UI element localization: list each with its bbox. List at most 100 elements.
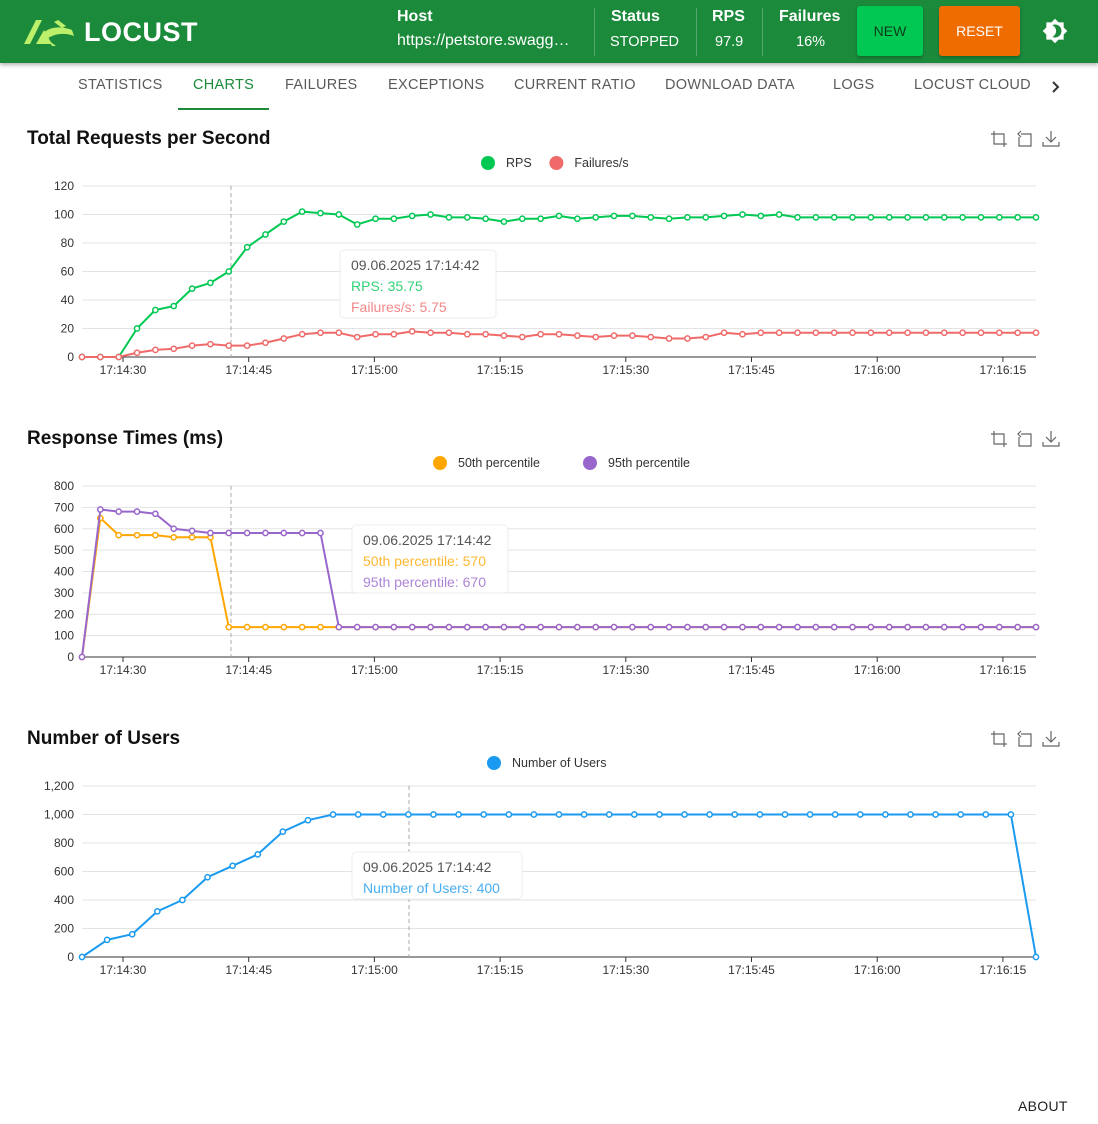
data-point [537, 330, 545, 338]
chart-tooltip: 09.06.2025 17:14:42 Number of Users: 400 [351, 851, 523, 900]
y-tick-label: 100 [54, 629, 74, 643]
data-point [665, 215, 673, 223]
data-point [1032, 623, 1040, 631]
data-point [995, 214, 1003, 221]
data-point [188, 527, 196, 535]
about-link[interactable]: ABOUT [1018, 1098, 1068, 1114]
x-tick-label: 17:15:00 [351, 963, 398, 977]
data-point [408, 212, 416, 220]
data-point [555, 811, 563, 818]
data-point [1032, 214, 1040, 221]
tab-failures[interactable]: FAILURES [285, 77, 358, 93]
status-value: STOPPED [610, 34, 680, 50]
x-tick-label: 17:15:15 [477, 963, 524, 977]
data-point [353, 623, 361, 631]
new-test-button[interactable]: NEW [857, 6, 923, 56]
data-point [152, 306, 159, 314]
response-times-plot[interactable]: 50th percentile 95th percentile 0 100 200 300… [0, 428, 1098, 698]
data-point [445, 623, 453, 631]
data-point [530, 811, 538, 818]
data-point [812, 329, 820, 337]
data-point [831, 811, 839, 818]
response-times-chart: Response Times (ms) 50th percentile 95th … [0, 428, 1098, 698]
series-line [81, 813, 1037, 958]
data-point [1007, 811, 1015, 818]
data-point [610, 332, 618, 339]
tab-current-ratio[interactable]: CURRENT RATIO [514, 77, 636, 93]
data-point [427, 329, 434, 337]
data-point [262, 339, 269, 347]
top-navbar: LOCUST Host https://petstore.swagg… Stat… [0, 0, 1098, 63]
locust-logo[interactable]: LOCUST [22, 16, 198, 48]
series-line [81, 508, 1036, 658]
legend-label: 50th percentile [458, 456, 540, 470]
data-point [555, 623, 563, 631]
data-point [170, 302, 178, 310]
locust-logo-icon [24, 20, 74, 46]
data-point [573, 332, 581, 339]
data-point [115, 353, 123, 361]
x-tick-label: 17:15:00 [351, 663, 398, 677]
tab-logs[interactable]: LOGS [833, 77, 875, 93]
y-tick-label: 600 [54, 865, 74, 879]
data-point [739, 211, 746, 218]
data-point [390, 623, 398, 631]
tab-locust-cloud[interactable]: LOCUST CLOUD [914, 77, 1031, 93]
data-point [904, 329, 911, 337]
tab-download-data[interactable]: DOWNLOAD DATA [665, 77, 795, 93]
brightness-icon[interactable] [1042, 18, 1068, 44]
data-point [379, 811, 387, 818]
legend-label: Number of Users [512, 756, 606, 770]
data-point [882, 811, 889, 818]
data-point [1014, 214, 1022, 221]
status-label: Status [611, 8, 660, 25]
data-point [133, 349, 141, 357]
data-point [463, 214, 471, 221]
data-point [405, 811, 412, 818]
data-point [592, 333, 600, 341]
users-plot[interactable]: Number of Users 0 200 400 600 800 1,000 1,200 17… [0, 728, 1098, 998]
data-point [573, 215, 581, 223]
data-point [630, 811, 638, 818]
x-tick-label: 17:15:00 [351, 363, 398, 377]
divider [594, 8, 595, 56]
rps-plot[interactable]: RPS Failures/s 0 20 40 60 80 100 120 17:14:30 17:1… [0, 128, 1098, 398]
y-tick-label: 0 [67, 650, 74, 664]
legend-marker [549, 156, 564, 170]
data-point [243, 342, 251, 349]
data-point [959, 329, 966, 337]
x-tick-label: 17:16:00 [854, 363, 901, 377]
tab-charts[interactable]: CHARTS [193, 77, 254, 93]
data-point [959, 214, 966, 221]
tab-statistics[interactable]: STATISTICS [78, 77, 163, 93]
data-point [280, 218, 288, 225]
data-point [940, 623, 948, 631]
host-label: Host [397, 8, 433, 25]
data-point [96, 353, 104, 361]
data-point [128, 930, 136, 938]
y-tick-label: 200 [54, 607, 74, 621]
x-tick-label: 17:15:45 [728, 663, 775, 677]
data-point [445, 329, 453, 337]
data-point [957, 811, 965, 818]
data-point [505, 811, 513, 818]
tab-exceptions[interactable]: EXCEPTIONS [388, 77, 484, 93]
data-point [885, 214, 893, 221]
chevron-right-icon[interactable] [1049, 77, 1063, 97]
data-point [647, 333, 655, 341]
data-point [96, 506, 104, 513]
data-point [427, 623, 434, 631]
data-point [372, 623, 379, 631]
data-point [152, 531, 159, 539]
data-point [207, 529, 214, 537]
data-point [518, 333, 526, 341]
data-point [775, 623, 783, 631]
data-point [940, 329, 948, 337]
reset-stats-button[interactable]: RESET [939, 6, 1020, 56]
data-point [304, 816, 312, 824]
tooltip-line: RPS: 35.75 [351, 278, 423, 294]
data-point [665, 335, 673, 342]
y-tick-label: 400 [54, 893, 74, 907]
data-point [757, 212, 765, 220]
chart-tooltip: 09.06.2025 17:14:42 RPS: 35.75 Failures/s:… [339, 249, 497, 319]
